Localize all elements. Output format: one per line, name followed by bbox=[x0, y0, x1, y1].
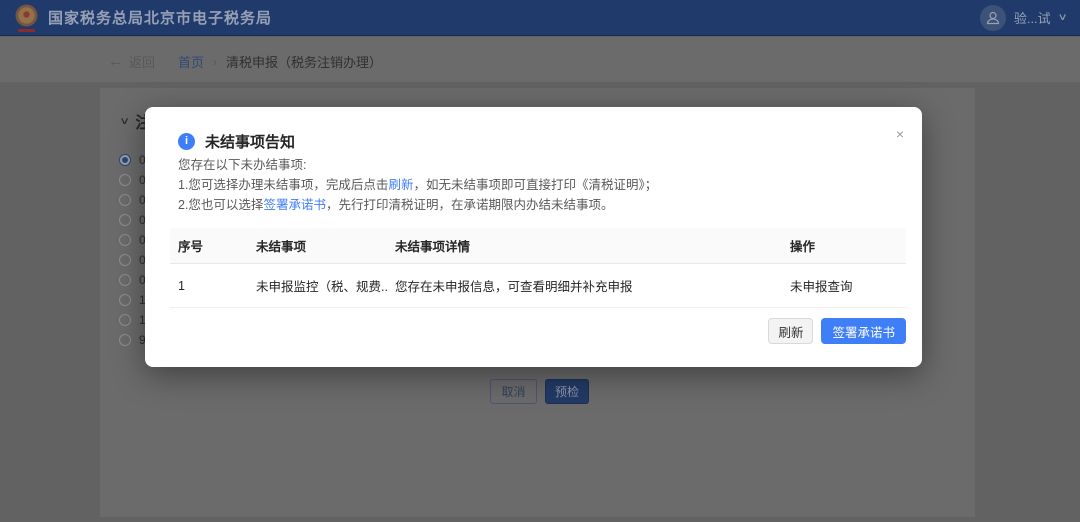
avatar-icon bbox=[980, 5, 1006, 31]
table-header-row: 序号 未结事项 未结事项详情 操作 bbox=[170, 228, 906, 264]
undeclared-query-link[interactable]: 未申报查询 bbox=[782, 264, 906, 308]
radio-icon[interactable] bbox=[119, 174, 131, 186]
col-header-detail: 未结事项详情 bbox=[387, 228, 782, 264]
back-label: 返回 bbox=[129, 52, 155, 71]
point1-pre: 1.您可选择办理未结事项，完成后点击 bbox=[178, 178, 388, 192]
breadcrumb: ← 返回 首页 › 清税申报（税务注销办理） bbox=[108, 52, 382, 71]
modal-header: i 未结事项告知 bbox=[178, 131, 295, 152]
radio-icon[interactable] bbox=[119, 314, 131, 326]
user-menu[interactable]: 验...试 ∨ bbox=[980, 5, 1066, 31]
chevron-down-icon: ∨ bbox=[1057, 12, 1067, 23]
refresh-button[interactable]: 刷新 bbox=[768, 318, 813, 344]
modal-footer: 刷新 签署承诺书 bbox=[768, 318, 906, 344]
point1-post: ，如无未结事项即可直接打印《清税证明》； bbox=[413, 178, 657, 192]
sign-inline-link[interactable]: 签署承诺书 bbox=[263, 198, 326, 212]
radio-icon[interactable] bbox=[119, 214, 131, 226]
cell-detail: 您存在未申报信息，可查看明细并补充申报 bbox=[387, 264, 782, 308]
radio-icon[interactable] bbox=[119, 294, 131, 306]
cell-item: 未申报监控（税、规费... bbox=[248, 264, 387, 308]
radio-icon[interactable] bbox=[119, 154, 131, 166]
brand: 国家税务总局北京市电子税务局 bbox=[14, 3, 272, 33]
point2-pre: 2.您也可以选择 bbox=[178, 198, 263, 212]
cell-index: 1 bbox=[170, 264, 248, 308]
app-title: 国家税务总局北京市电子税务局 bbox=[48, 7, 272, 28]
pending-items-modal: i 未结事项告知 × 您存在以下未办结事项: 1.您可选择办理未结事项，完成后点… bbox=[145, 107, 922, 367]
user-name: 验...试 bbox=[1014, 8, 1051, 27]
breadcrumb-home-link[interactable]: 首页 bbox=[178, 52, 204, 71]
radio-icon[interactable] bbox=[119, 334, 131, 346]
radio-icon[interactable] bbox=[119, 254, 131, 266]
notice-point-2: 2.您也可以选择签署承诺书，先行打印清税证明，在承诺期限内办结未结事项。 bbox=[178, 195, 889, 215]
back-button[interactable]: ← 返回 bbox=[108, 52, 155, 71]
close-icon[interactable]: × bbox=[896, 127, 904, 141]
notice-point-1: 1.您可选择办理未结事项，完成后点击刷新，如无未结事项即可直接打印《清税证明》； bbox=[178, 175, 889, 195]
radio-icon[interactable] bbox=[119, 194, 131, 206]
pending-items-table: 序号 未结事项 未结事项详情 操作 1 未申报监控（税、规费... 您存在未申报… bbox=[170, 228, 906, 308]
sign-commitment-button[interactable]: 签署承诺书 bbox=[821, 318, 906, 344]
breadcrumb-current: 清税申报（税务注销办理） bbox=[226, 52, 382, 71]
collapse-chevron-icon[interactable]: ∨ bbox=[119, 116, 130, 127]
notice-intro: 您存在以下未办结事项: bbox=[178, 155, 889, 175]
cancel-button[interactable]: 取消 bbox=[490, 379, 537, 404]
modal-notice-text: 您存在以下未办结事项: 1.您可选择办理未结事项，完成后点击刷新，如无未结事项即… bbox=[178, 155, 889, 215]
modal-title: 未结事项告知 bbox=[205, 131, 295, 152]
col-header-item: 未结事项 bbox=[248, 228, 387, 264]
info-icon: i bbox=[178, 133, 195, 150]
app-header: 国家税务总局北京市电子税务局 验...试 ∨ bbox=[0, 0, 1080, 36]
breadcrumb-separator: › bbox=[213, 55, 217, 69]
table-body: 1 未申报监控（税、规费... 您存在未申报信息，可查看明细并补充申报 未申报查… bbox=[170, 264, 906, 308]
col-header-index: 序号 bbox=[170, 228, 248, 264]
col-header-action: 操作 bbox=[782, 228, 906, 264]
tax-emblem-icon bbox=[14, 3, 39, 33]
radio-icon[interactable] bbox=[119, 274, 131, 286]
table-row: 1 未申报监控（税、规费... 您存在未申报信息，可查看明细并补充申报 未申报查… bbox=[170, 264, 906, 308]
point2-post: ，先行打印清税证明，在承诺期限内办结未结事项。 bbox=[326, 198, 614, 212]
back-arrow-icon: ← bbox=[108, 53, 123, 70]
precheck-button[interactable]: 预检 bbox=[545, 379, 589, 404]
radio-icon[interactable] bbox=[119, 234, 131, 246]
refresh-inline-link[interactable]: 刷新 bbox=[388, 178, 413, 192]
